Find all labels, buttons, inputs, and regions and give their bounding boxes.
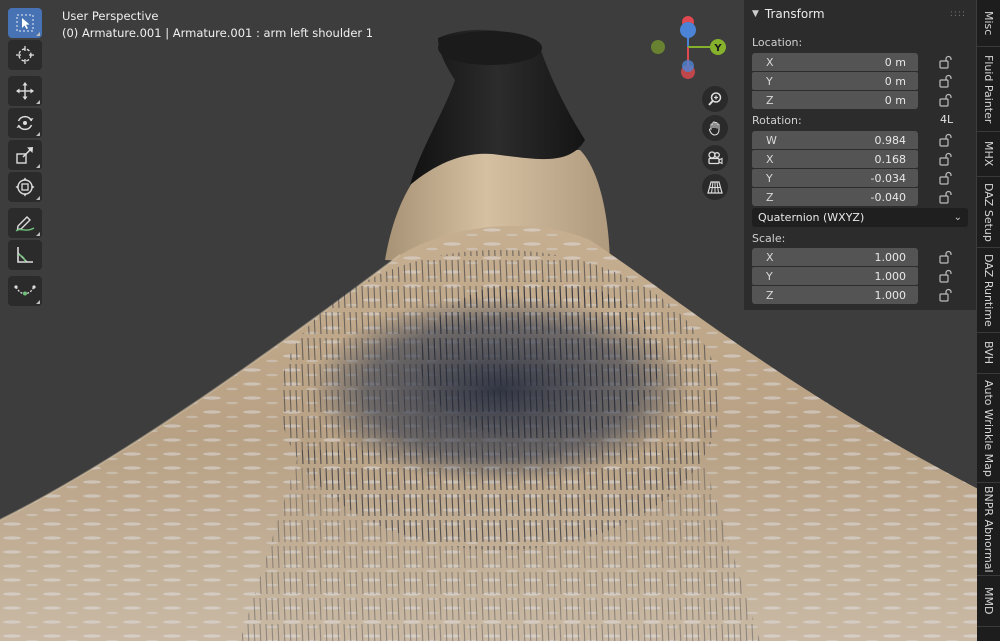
- curve-icon: [14, 285, 36, 296]
- zoom-button[interactable]: [702, 86, 728, 112]
- rotation-x-field[interactable]: X 0.168: [752, 150, 918, 168]
- cursor-select-icon: [16, 14, 34, 32]
- cursor-tool[interactable]: [8, 40, 42, 70]
- camera-view-button[interactable]: [702, 145, 728, 171]
- chevron-down-icon: ⌄: [953, 212, 962, 223]
- scale-x-lock[interactable]: [938, 250, 954, 264]
- transform-icon: [15, 177, 35, 197]
- unlock-icon: [939, 190, 952, 204]
- drag-grip-icon[interactable]: ::::: [950, 9, 966, 19]
- location-x-field[interactable]: X 0 m: [752, 53, 918, 71]
- rotation-z-lock[interactable]: [938, 190, 954, 204]
- move-tool[interactable]: [8, 76, 42, 106]
- 3d-cursor-icon: [16, 46, 34, 64]
- select-box-tool[interactable]: [8, 8, 42, 38]
- tab-bvh[interactable]: BVH: [977, 333, 1000, 374]
- scale-y-lock[interactable]: [938, 269, 954, 283]
- scale-tool[interactable]: [8, 140, 42, 170]
- pan-button[interactable]: [702, 115, 728, 141]
- scale-y-field[interactable]: Y 1.000: [752, 267, 918, 285]
- rotation-w-field[interactable]: W 0.984: [752, 131, 918, 149]
- unlock-icon: [939, 250, 952, 264]
- active-object-label: (0) Armature.001 | Armature.001 : arm le…: [62, 26, 374, 40]
- unlock-icon: [939, 171, 952, 185]
- rotation-y-lock[interactable]: [938, 171, 954, 185]
- tab-auto-wrinkle-map[interactable]: Auto Wrinkle Map: [977, 374, 1000, 483]
- unlock-icon: [939, 74, 952, 88]
- location-y-lock[interactable]: [938, 74, 954, 88]
- tab-bnpr-abnormal[interactable]: BNPR Abnormal: [977, 483, 1000, 576]
- tool-shelf: [8, 8, 44, 308]
- ruler-icon: [17, 247, 33, 263]
- rotation-lock-mode-toggle[interactable]: 4L: [940, 113, 953, 126]
- rotation-label: Rotation:: [752, 114, 802, 127]
- unlock-icon: [939, 269, 952, 283]
- perspective-toggle-button[interactable]: [702, 174, 728, 200]
- location-z-lock[interactable]: [938, 93, 954, 107]
- tab-daz-setup[interactable]: DAZ Setup: [977, 177, 1000, 248]
- location-y-field[interactable]: Y 0 m: [752, 72, 918, 90]
- rotation-x-lock[interactable]: [938, 152, 954, 166]
- unlock-icon: [939, 55, 952, 69]
- location-x-lock[interactable]: [938, 55, 954, 69]
- rotate-icon: [16, 115, 34, 131]
- unlock-icon: [939, 93, 952, 107]
- zoom-icon: [708, 92, 722, 106]
- scale-z-field[interactable]: Z 1.000: [752, 286, 918, 304]
- move-arrows-icon: [16, 82, 34, 100]
- tab-fluid-painter[interactable]: Fluid Painter: [977, 47, 1000, 132]
- sidebar-tab-strip: Misc Fluid Painter MHX DAZ Setup DAZ Run…: [977, 0, 1000, 641]
- camera-icon: [708, 151, 723, 165]
- pencil-icon: [15, 216, 35, 232]
- transform-panel-header[interactable]: ▼ Transform: [752, 5, 825, 23]
- scale-icon: [16, 147, 33, 164]
- transform-tool[interactable]: [8, 172, 42, 202]
- tab-misc[interactable]: Misc: [977, 0, 1000, 47]
- location-z-field[interactable]: Z 0 m: [752, 91, 918, 109]
- transform-header-label: Transform: [764, 7, 825, 21]
- scale-label: Scale:: [752, 232, 786, 245]
- unlock-icon: [939, 133, 952, 147]
- rotation-mode-dropdown[interactable]: Quaternion (WXYZ) ⌄: [752, 208, 968, 227]
- grid-icon: [707, 181, 723, 194]
- hand-icon: [708, 121, 720, 136]
- rotation-y-field[interactable]: Y -0.034: [752, 169, 918, 187]
- rotate-tool[interactable]: [8, 108, 42, 138]
- transform-panel: ▼ Transform :::: Location: X 0 m Y 0 m Z…: [744, 0, 976, 310]
- annotate-tool[interactable]: [8, 208, 42, 238]
- unlock-icon: [939, 288, 952, 302]
- scale-x-field[interactable]: X 1.000: [752, 248, 918, 266]
- view-mode-label: User Perspective: [62, 9, 159, 23]
- unlock-icon: [939, 152, 952, 166]
- rotation-w-lock[interactable]: [938, 133, 954, 147]
- tab-daz-runtime[interactable]: DAZ Runtime: [977, 248, 1000, 333]
- location-label: Location:: [752, 36, 803, 49]
- chevron-down-icon: ▼: [752, 9, 759, 19]
- scale-z-lock[interactable]: [938, 288, 954, 302]
- gizmo-y-label: Y: [713, 43, 722, 54]
- tab-mhx[interactable]: MHX: [977, 132, 1000, 177]
- tab-mmd[interactable]: MMD: [977, 576, 1000, 627]
- measure-tool[interactable]: [8, 240, 42, 270]
- rotation-z-field[interactable]: Z -0.040: [752, 188, 918, 206]
- curve-tool[interactable]: [8, 276, 42, 306]
